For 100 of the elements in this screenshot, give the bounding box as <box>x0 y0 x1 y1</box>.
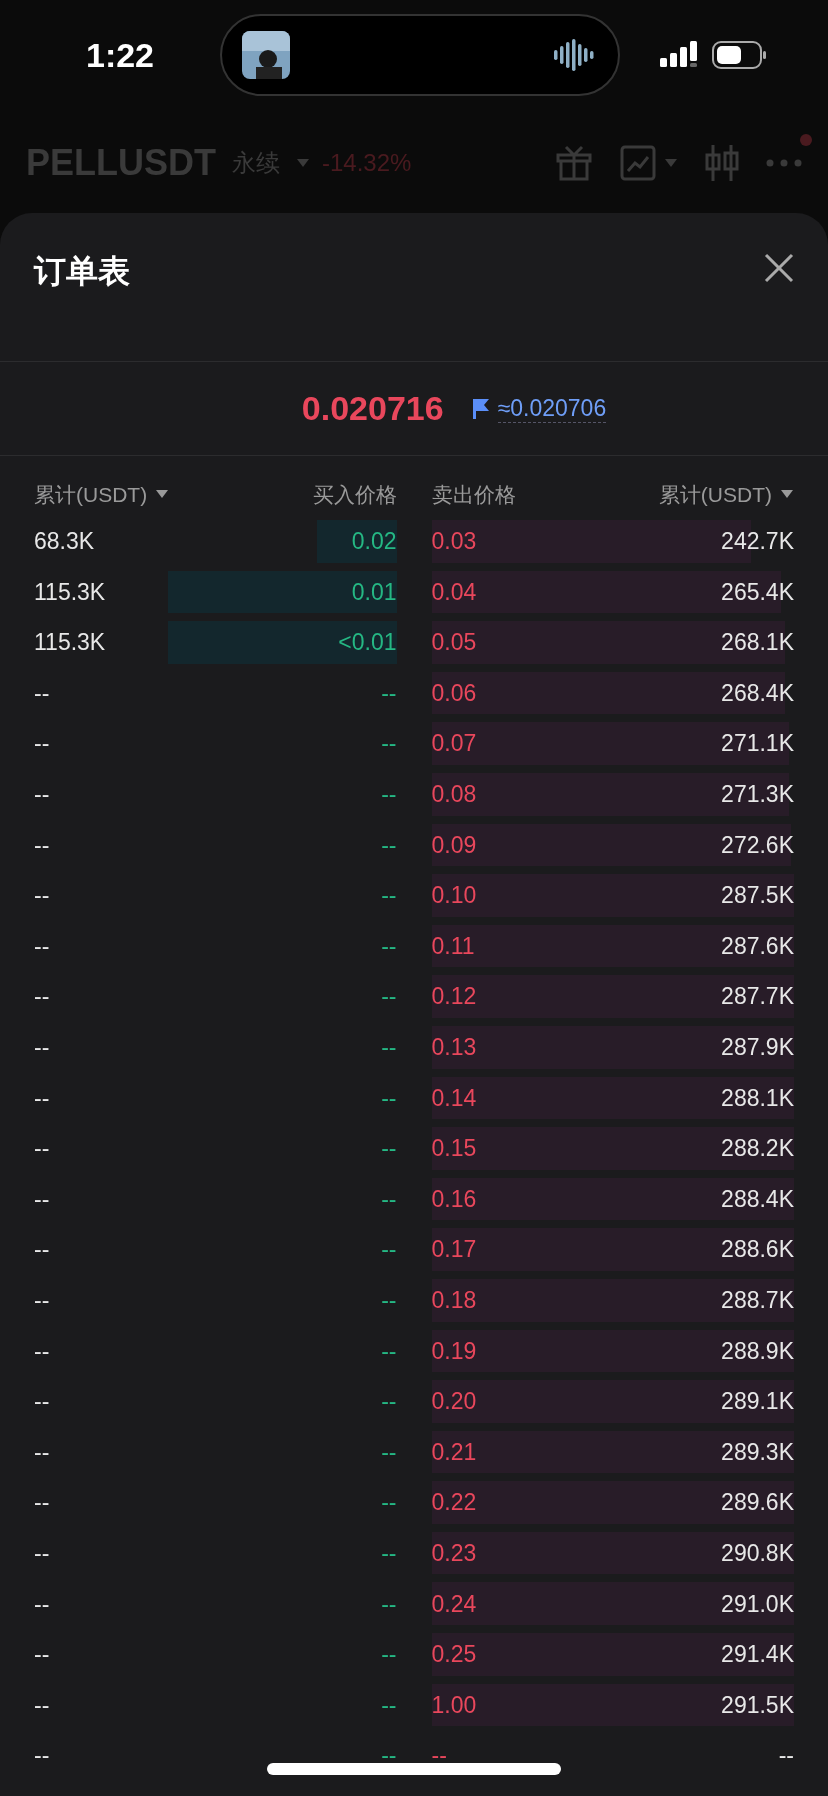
bid-price: <0.01 <box>338 628 397 658</box>
ask-price: 0.17 <box>431 1235 477 1265</box>
cumulative-total: -- <box>34 1336 50 1366</box>
ask-price: 0.24 <box>431 1589 477 1619</box>
cumulative-total: 289.1K <box>721 1387 794 1417</box>
caret-icon <box>780 489 794 500</box>
cumulative-total: -- <box>34 1640 50 1670</box>
cumulative-total: -- <box>34 780 50 809</box>
cumulative-total: 289.3K <box>721 1437 794 1467</box>
cumulative-total: -- <box>34 1589 50 1619</box>
bid-price: -- <box>381 1184 397 1214</box>
cumulative-total: 288.7K <box>721 1285 794 1315</box>
ask-price: 0.10 <box>431 881 477 911</box>
cumulative-total: -- <box>34 729 50 759</box>
cumulative-total: 287.6K <box>721 931 794 961</box>
candlestick-icon[interactable] <box>704 142 740 183</box>
ask-price: 0.03 <box>431 527 477 557</box>
mark-price[interactable]: ≈0.020706 <box>497 393 607 424</box>
cumulative-total: -- <box>34 1184 50 1214</box>
cumulative-total: -- <box>34 931 50 961</box>
caret-icon <box>296 157 310 168</box>
cumulative-total: 115.3K <box>34 577 106 607</box>
caret-icon <box>664 157 678 168</box>
bid-price: -- <box>381 1488 397 1518</box>
cumulative-total: -- <box>34 1690 50 1720</box>
bid-price: -- <box>381 881 397 911</box>
bid-price: 0.02 <box>351 527 397 557</box>
column-header[interactable]: 累计(USDT) <box>658 478 772 510</box>
cumulative-total: 290.8K <box>721 1538 794 1568</box>
chart-icon[interactable] <box>620 144 656 181</box>
bid-price: -- <box>381 1033 397 1062</box>
bid-price: -- <box>381 982 397 1012</box>
cumulative-total: -- <box>34 1387 50 1417</box>
bid-price: -- <box>381 1083 397 1113</box>
ask-price: 0.05 <box>431 628 477 658</box>
cumulative-total: 291.0K <box>721 1589 794 1619</box>
cumulative-total: 271.1K <box>721 729 794 759</box>
bid-price: -- <box>381 1690 397 1720</box>
last-price: 0.020716 <box>301 388 444 429</box>
cumulative-total: 271.3K <box>721 780 794 809</box>
close-icon[interactable] <box>764 253 794 283</box>
cumulative-total: 287.5K <box>721 881 794 911</box>
bid-price: -- <box>381 780 397 809</box>
cumulative-total: -- <box>34 1488 50 1518</box>
cumulative-total: -- <box>34 881 50 911</box>
ask-price: 0.13 <box>431 1033 477 1062</box>
cumulative-total: 242.7K <box>721 527 794 557</box>
ask-price: 0.09 <box>431 830 477 860</box>
signal-icon <box>660 40 700 70</box>
cumulative-total: 287.7K <box>721 982 794 1012</box>
cumulative-total: 268.1K <box>721 628 794 658</box>
bid-price: -- <box>381 830 397 860</box>
ask-price: 0.22 <box>431 1488 477 1518</box>
cumulative-total: 291.4K <box>721 1640 794 1670</box>
ask-price: 0.23 <box>431 1538 477 1568</box>
ask-price: 0.16 <box>431 1184 477 1214</box>
bid-price: -- <box>381 931 397 961</box>
sheet-title: 订单表 <box>34 252 130 291</box>
bid-price: -- <box>381 1640 397 1670</box>
cumulative-total: 288.9K <box>721 1336 794 1366</box>
cumulative-total: -- <box>34 1083 50 1113</box>
more-icon[interactable] <box>766 157 802 168</box>
cumulative-total: 68.3K <box>34 527 95 557</box>
cumulative-total: -- <box>34 1285 50 1315</box>
column-header[interactable]: 累计(USDT) <box>34 478 148 510</box>
bid-price: -- <box>381 729 397 759</box>
ask-price: 0.19 <box>431 1336 477 1366</box>
cumulative-total: -- <box>34 1134 50 1164</box>
bid-price: -- <box>381 1134 397 1164</box>
ask-price: 0.14 <box>431 1083 477 1113</box>
cumulative-total: 265.4K <box>721 577 794 607</box>
bid-price: -- <box>381 1538 397 1568</box>
cumulative-total: 115.3K <box>34 628 106 658</box>
cumulative-total: -- <box>34 1033 50 1062</box>
ask-price: 1.00 <box>431 1690 477 1720</box>
bid-price: -- <box>381 1741 397 1771</box>
cumulative-total: 268.4K <box>721 678 794 708</box>
ask-price: 0.12 <box>431 982 477 1012</box>
bid-price: -- <box>381 1336 397 1366</box>
bid-price: -- <box>381 678 397 708</box>
cumulative-total: 288.6K <box>721 1235 794 1265</box>
cumulative-total: -- <box>34 1437 50 1467</box>
cumulative-total: -- <box>34 830 50 860</box>
ask-price: 0.15 <box>431 1134 477 1164</box>
cumulative-total: -- <box>34 678 50 708</box>
flag-icon <box>471 397 490 420</box>
cumulative-total: 288.1K <box>721 1083 794 1113</box>
battery-icon <box>712 41 768 69</box>
cumulative-total: -- <box>34 1235 50 1265</box>
status-time: 1:22 <box>84 34 156 76</box>
cumulative-total: 288.2K <box>721 1134 794 1164</box>
bid-price: 0.01 <box>351 577 397 607</box>
ask-price: 0.25 <box>431 1640 477 1670</box>
bid-price: -- <box>381 1437 397 1467</box>
bid-price: -- <box>381 1235 397 1265</box>
ask-price: 0.06 <box>431 678 477 708</box>
ask-price: 0.21 <box>431 1437 477 1467</box>
ask-price: 0.08 <box>431 780 477 809</box>
cumulative-total: -- <box>34 982 50 1012</box>
column-header: 买入价格 <box>312 481 397 508</box>
